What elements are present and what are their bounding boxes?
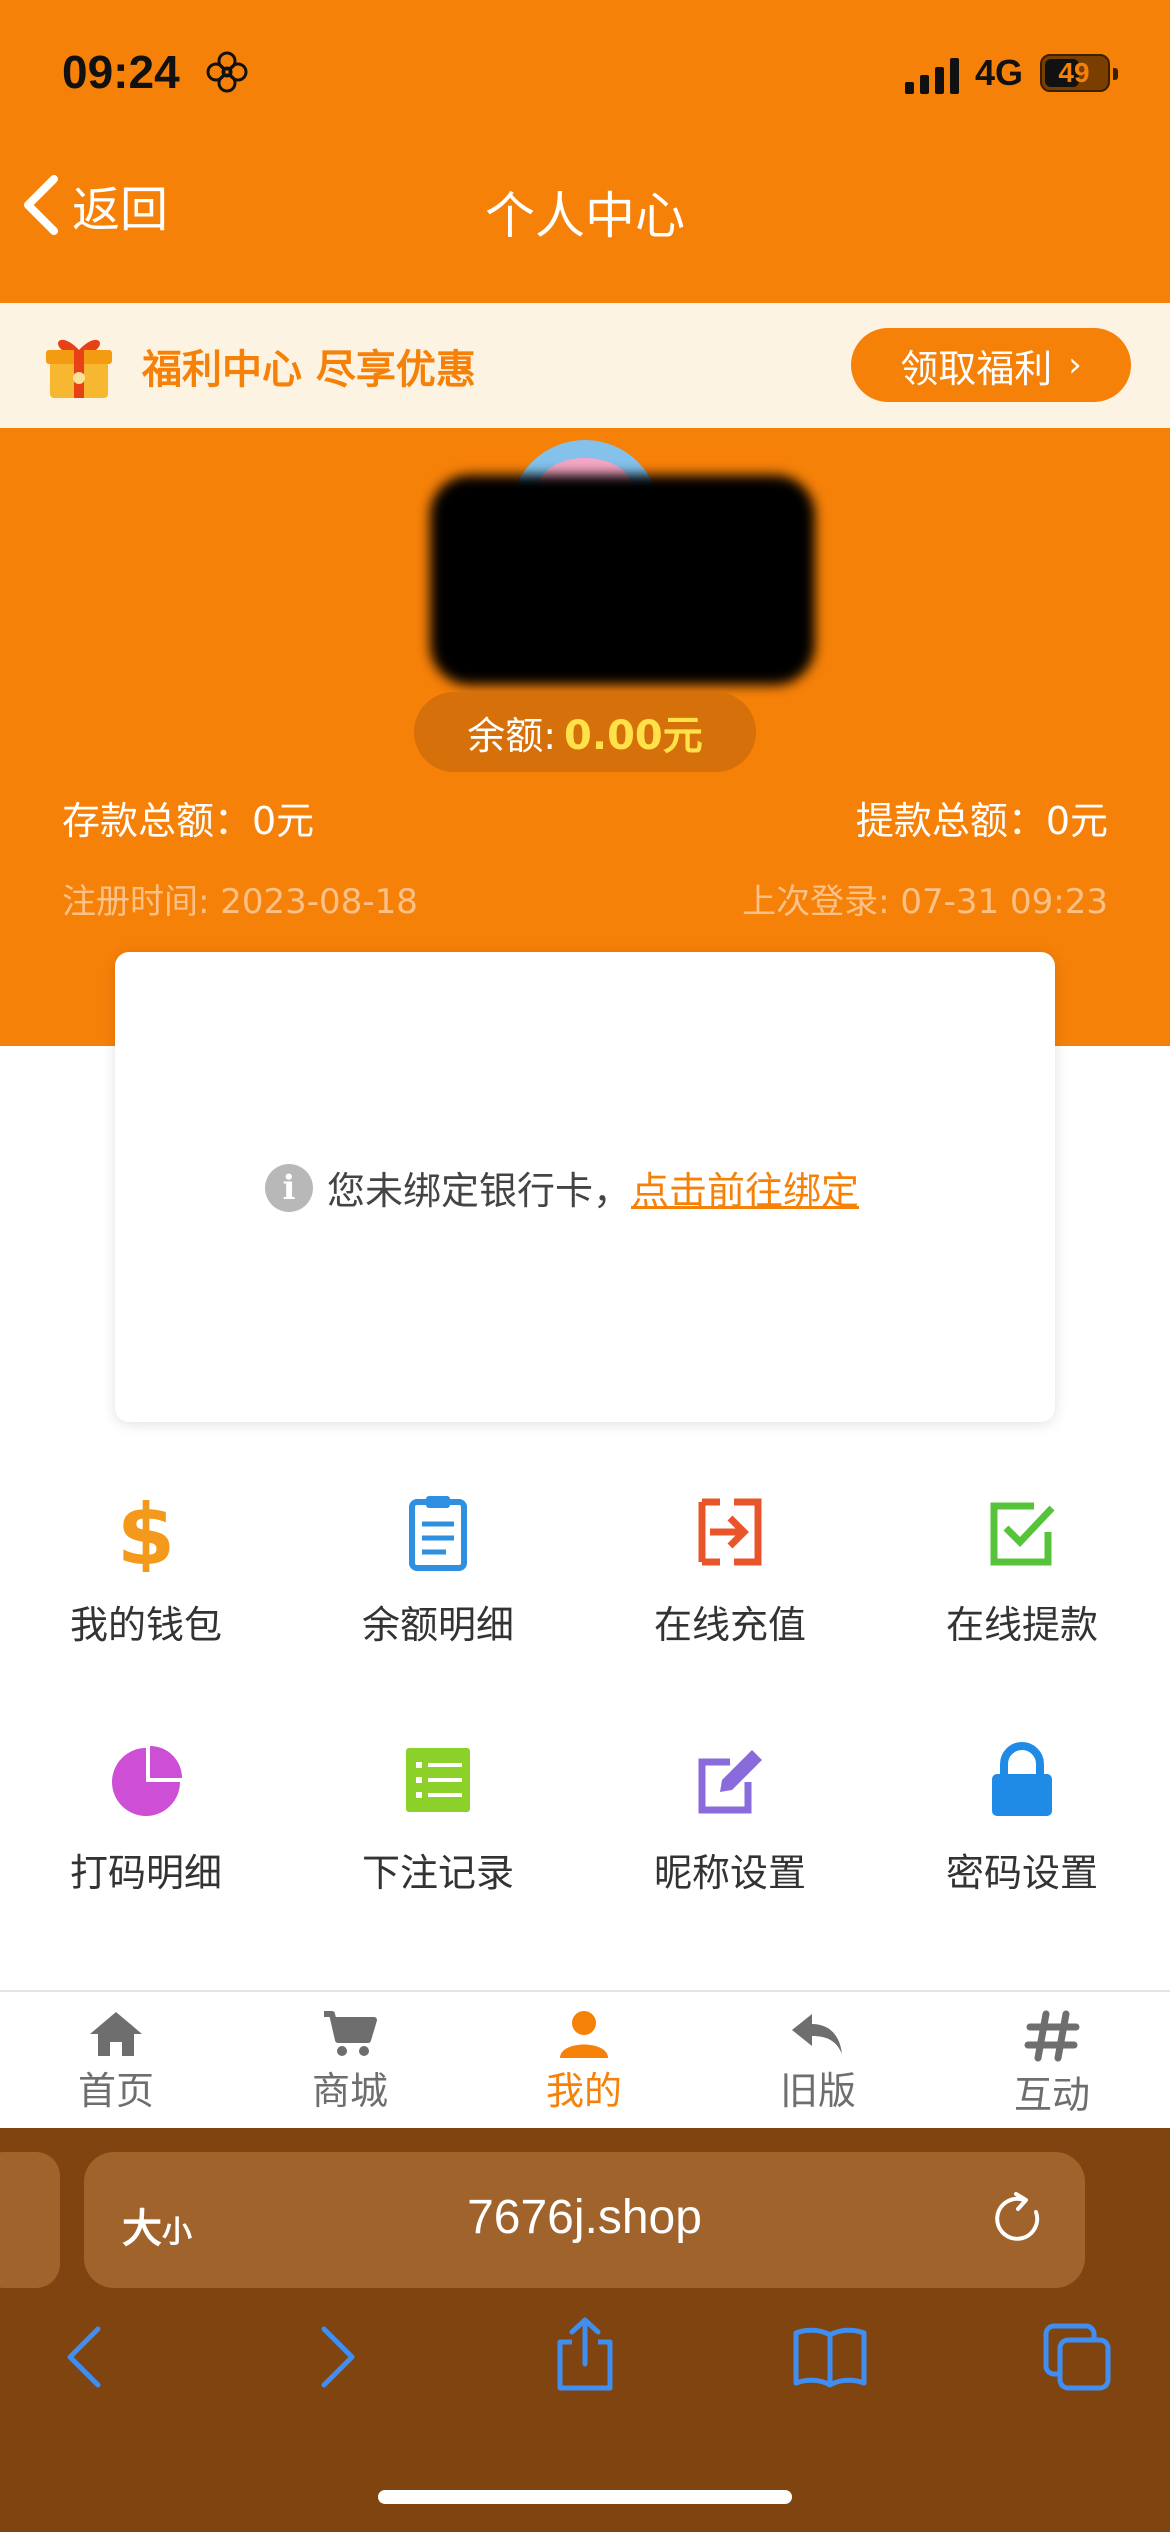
previous-tab-preview[interactable] xyxy=(0,2152,60,2288)
focus-flower-icon xyxy=(206,51,248,93)
reply-icon xyxy=(792,2014,842,2054)
claim-benefit-button[interactable]: 领取福利 › xyxy=(851,328,1131,402)
check-square-icon xyxy=(990,1502,1055,1566)
signal-icon xyxy=(905,58,959,94)
battery-level: 49 xyxy=(1058,57,1090,88)
claim-benefit-label: 领取福利 xyxy=(900,346,1053,391)
tab-mine[interactable]: 我的 xyxy=(484,2010,684,2115)
tab-label: 商城 xyxy=(311,2069,388,2113)
info-icon: i xyxy=(265,1163,313,1212)
network-type: 4G xyxy=(975,52,1024,93)
menu-item-bet-records[interactable]: 下注记录 xyxy=(292,1740,584,1897)
deposit-total: 存款总额：0元 xyxy=(62,799,315,843)
home-indicator xyxy=(378,2490,792,2504)
user-icon xyxy=(560,2011,608,2058)
menu-item-wallet[interactable]: $ 我的钱包 xyxy=(0,1492,292,1649)
browser-back-icon[interactable] xyxy=(62,2325,106,2389)
bank-notice-text: 您未绑定银行卡， xyxy=(327,1169,632,1213)
tab-label: 首页 xyxy=(77,2069,154,2113)
bookmarks-icon[interactable] xyxy=(792,2325,868,2389)
redaction-overlay xyxy=(430,475,815,685)
tab-interact[interactable]: 互动 xyxy=(952,2010,1152,2119)
menu-label: 下注记录 xyxy=(361,1851,514,1895)
menu-label: 在线提款 xyxy=(945,1603,1098,1647)
balance-pill: 余额: 0.00元 xyxy=(414,692,756,772)
svg-text:$: $ xyxy=(117,1492,175,1572)
balance-label: 余额: xyxy=(467,713,557,758)
menu-label: 密码设置 xyxy=(945,1851,1098,1895)
sign-in-icon xyxy=(698,1498,762,1566)
bind-bank-link[interactable]: 点击前往绑定 xyxy=(631,1160,859,1215)
chevron-right-icon: › xyxy=(1068,345,1082,385)
menu-item-withdraw[interactable]: 在线提款 xyxy=(876,1492,1168,1649)
menu-item-password[interactable]: 密码设置 xyxy=(876,1740,1168,1897)
promo-text: 福利中心 尽享优惠 xyxy=(142,347,476,393)
tabs-icon[interactable] xyxy=(1042,2322,1114,2394)
tab-mall[interactable]: 商城 xyxy=(250,2010,450,2115)
menu-item-balance-detail[interactable]: 余额明细 xyxy=(292,1492,584,1649)
url-text: 7676j.shop xyxy=(467,2191,702,2244)
tab-home[interactable]: 首页 xyxy=(16,2010,216,2115)
menu-label: 在线充值 xyxy=(653,1603,806,1647)
balance-value: 0.00元 xyxy=(564,713,703,759)
menu-label: 余额明细 xyxy=(361,1603,514,1647)
list-icon xyxy=(406,1748,470,1812)
share-icon[interactable] xyxy=(550,2316,620,2392)
register-time: 注册时间: 2023-08-18 xyxy=(62,882,418,922)
home-icon xyxy=(90,2012,142,2056)
hashtag-icon xyxy=(1024,2010,1080,2062)
lock-icon xyxy=(992,1742,1052,1816)
menu-label: 我的钱包 xyxy=(69,1603,222,1647)
battery-icon: 49 xyxy=(1040,54,1118,92)
reload-icon[interactable] xyxy=(990,2190,1048,2248)
edit-icon xyxy=(698,1750,762,1814)
menu-label: 昵称设置 xyxy=(653,1851,806,1895)
tab-label: 旧版 xyxy=(779,2069,856,2113)
menu-item-nickname[interactable]: 昵称设置 xyxy=(584,1740,876,1897)
menu-item-recharge[interactable]: 在线充值 xyxy=(584,1492,876,1649)
bank-notice: i 您未绑定银行卡， 点击前往绑定 xyxy=(265,1160,859,1215)
page-title: 个人中心 xyxy=(485,187,685,245)
tab-old-version[interactable]: 旧版 xyxy=(718,2010,918,2115)
tab-label: 我的 xyxy=(545,2069,622,2113)
dollar-icon: $ xyxy=(117,1492,175,1572)
pie-chart-icon xyxy=(112,1746,182,1816)
menu-item-bet-flow[interactable]: 打码明细 xyxy=(0,1740,292,1897)
browser-forward-icon[interactable] xyxy=(316,2325,360,2389)
menu-label: 打码明细 xyxy=(69,1851,222,1895)
tab-label: 互动 xyxy=(1013,2073,1090,2117)
clipboard-icon xyxy=(409,1496,467,1571)
status-time: 09:24 xyxy=(62,46,180,98)
last-login: 上次登录: 07-31 09:23 xyxy=(742,882,1108,922)
withdraw-total: 提款总额：0元 xyxy=(855,799,1108,843)
gift-icon xyxy=(46,339,112,398)
cart-icon xyxy=(324,2011,377,2056)
